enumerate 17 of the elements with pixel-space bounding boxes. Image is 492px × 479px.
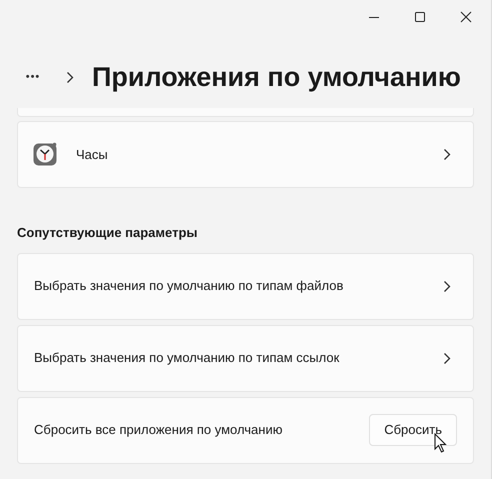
setting-label: Выбрать значения по умолчанию по типам ссылок [34,349,340,368]
setting-label: Сбросить все приложения по умолчанию [34,421,284,440]
section-heading: Сопутствующие параметры [17,224,199,242]
chevron-right-icon [443,352,451,364]
chevron-right-icon [66,70,74,84]
maximize-icon [414,11,426,23]
page-title: Приложения по умолчанию [92,60,461,94]
chevron-right-icon [443,148,451,161]
more-button[interactable]: ••• [20,68,46,86]
clock-icon [33,142,58,167]
settings-link-card[interactable]: Выбрать значения по умолчанию по типам файлов [17,252,474,320]
setting-label: Выбрать значения по умолчанию по типам файлов [34,277,344,296]
app-name: Часы [76,146,109,164]
close-icon [460,11,472,23]
app-card[interactable]: Часы [17,121,474,188]
settings-link-card[interactable]: Выбрать значения по умолчанию по типам ссылок [17,324,474,392]
chevron-right-icon [443,280,451,292]
